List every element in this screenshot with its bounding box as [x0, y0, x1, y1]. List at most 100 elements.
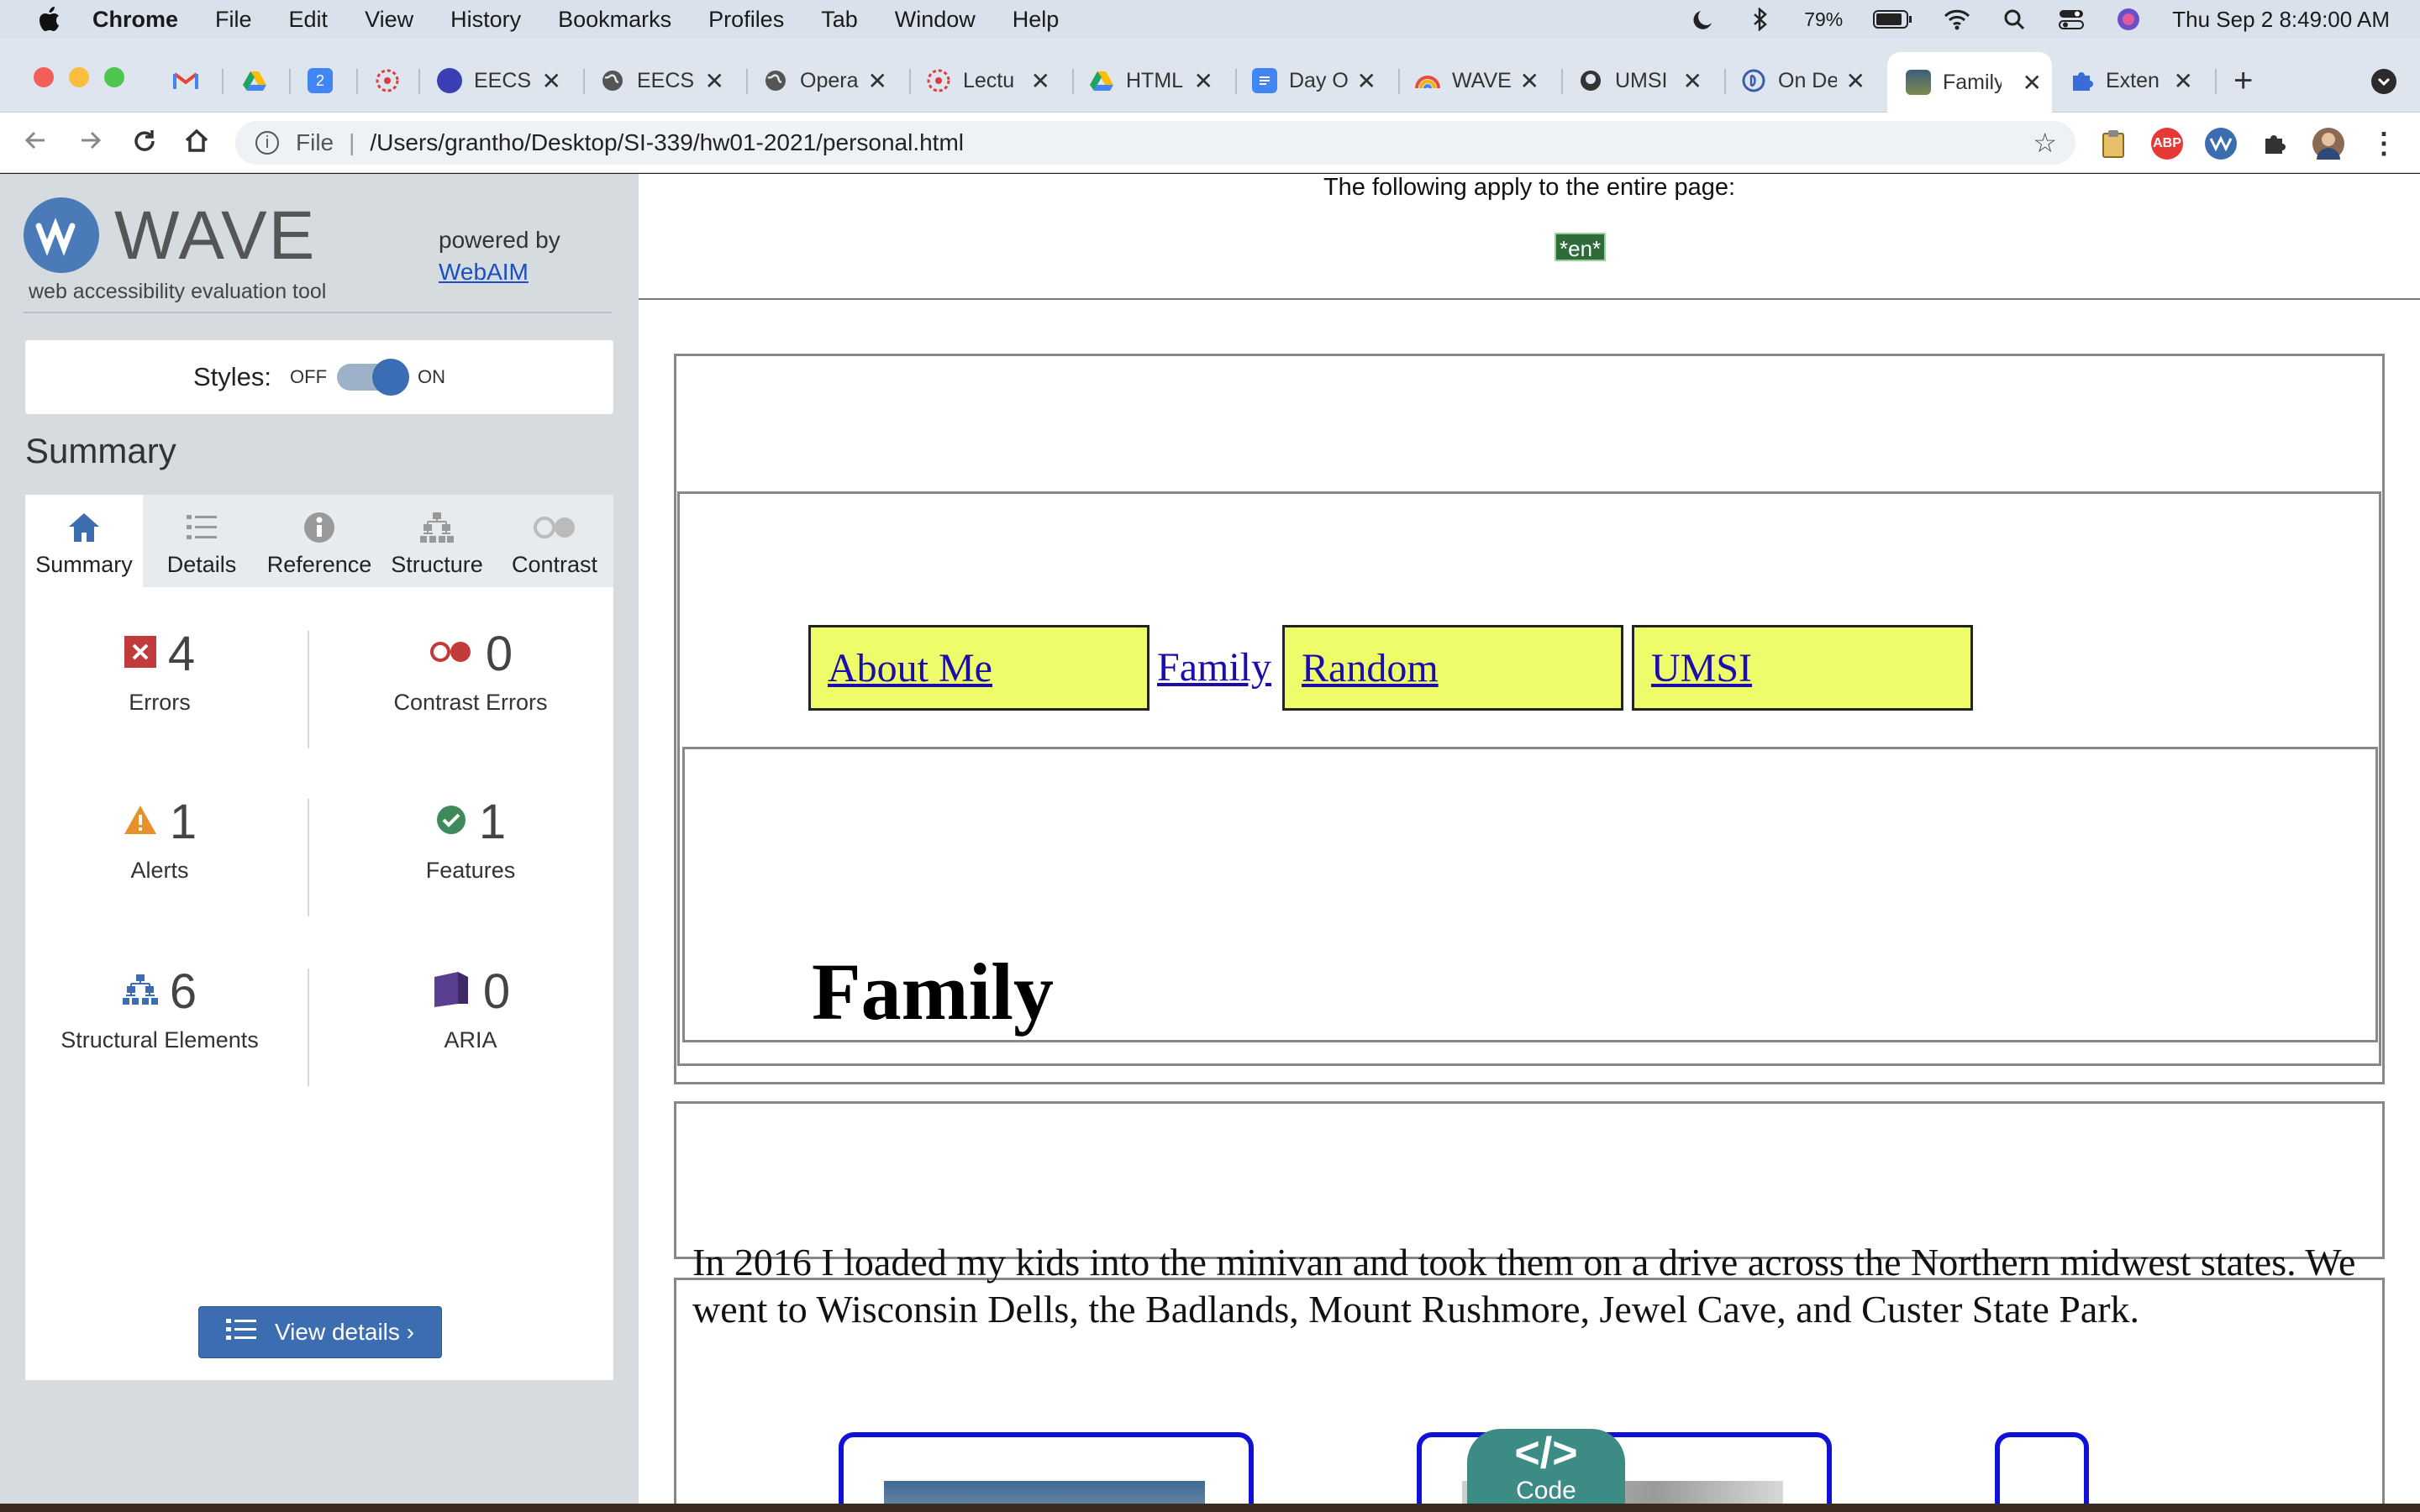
stat-alerts[interactable]: 1 Alerts	[25, 792, 294, 884]
stat-structural-elements[interactable]: 6 Structural Elements	[25, 962, 294, 1053]
address-bar[interactable]: i File | /Users/grantho/Desktop/SI-339/h…	[235, 121, 2075, 165]
nav-random[interactable]: Random	[1282, 625, 1623, 711]
menu-edit[interactable]: Edit	[289, 7, 329, 33]
battery-icon[interactable]	[1873, 7, 1913, 32]
code-brackets-icon: </>	[1514, 1429, 1578, 1478]
stat-contrast-errors[interactable]: 0 Contrast Errors	[336, 624, 605, 716]
menubar-clock[interactable]: Thu Sep 2 8:49:00 AM	[2172, 7, 2390, 33]
minimize-window-icon[interactable]	[69, 67, 89, 87]
moon-icon[interactable]	[1690, 7, 1717, 32]
stat-features[interactable]: 1 Features	[336, 792, 605, 884]
url-text[interactable]: /Users/grantho/Desktop/SI-339/hw01-2021/…	[370, 129, 964, 156]
apple-menu-icon[interactable]	[39, 7, 60, 32]
aria-count: 0	[482, 963, 511, 1019]
wave-logo-icon	[24, 197, 99, 273]
close-tab-icon[interactable]: ✕	[1357, 67, 1376, 95]
close-tab-icon[interactable]: ✕	[1031, 67, 1050, 95]
wave-extension-icon[interactable]	[2205, 128, 2237, 160]
tab-title: HTML	[1126, 68, 1184, 92]
photo-card[interactable]	[839, 1432, 1254, 1512]
tab-contrast[interactable]: Contrast	[496, 495, 613, 587]
close-tab-icon[interactable]: ✕	[2023, 69, 2042, 97]
toggle-knob[interactable]	[372, 359, 410, 396]
language-badge[interactable]: *en*	[1555, 233, 1607, 261]
menu-history[interactable]: History	[450, 7, 521, 33]
nav-umsi[interactable]: UMSI	[1632, 625, 1973, 711]
bookmark-star-icon[interactable]: ☆	[2033, 127, 2057, 159]
tab-structure[interactable]: Structure	[378, 495, 496, 587]
heading-outline	[674, 1101, 2385, 1259]
umsi-link[interactable]: UMSI	[1651, 646, 1752, 690]
stat-aria[interactable]: 0 ARIA	[336, 962, 605, 1053]
hierarchy-icon	[378, 508, 496, 547]
menu-file[interactable]: File	[215, 7, 252, 33]
clipboard-extension-icon[interactable]	[2097, 128, 2129, 160]
menu-app-chrome[interactable]: Chrome	[92, 7, 178, 33]
close-tab-icon[interactable]: ✕	[1194, 67, 1213, 95]
extensions-puzzle-icon[interactable]	[2259, 128, 2291, 160]
reload-icon[interactable]	[129, 128, 160, 158]
photo-card[interactable]	[1995, 1432, 2089, 1512]
tab-eecs-1[interactable]: EECS ✕	[437, 57, 571, 104]
new-tab-plus-icon[interactable]: +	[2233, 64, 2253, 97]
tab-gmail[interactable]	[173, 57, 213, 104]
tab-search-chevron-icon[interactable]	[2371, 69, 2396, 94]
family-link[interactable]: Family	[1157, 644, 1271, 690]
site-info-icon[interactable]: i	[255, 131, 279, 155]
forward-arrow-icon[interactable]	[76, 128, 106, 158]
tab-umsi-github[interactable]: UMSI ✕	[1578, 57, 1712, 104]
tab-on-demand[interactable]: On De ✕	[1741, 57, 1876, 104]
menu-window[interactable]: Window	[895, 7, 976, 33]
bluetooth-icon[interactable]	[1747, 7, 1774, 32]
tab-eecs-2[interactable]: EECS ✕	[600, 57, 734, 104]
close-tab-icon[interactable]: ✕	[1520, 67, 1539, 95]
menu-bookmarks[interactable]: Bookmarks	[558, 7, 671, 33]
tab-label: Summary	[35, 552, 133, 577]
tab-lecture[interactable]: Lectu ✕	[926, 57, 1060, 104]
siri-icon[interactable]	[2115, 7, 2142, 32]
close-window-icon[interactable]	[34, 67, 54, 87]
tab-summary[interactable]: Summary	[25, 495, 143, 587]
tab-family-active[interactable]: Family ✕	[1887, 52, 2052, 113]
nav-about-me[interactable]: About Me	[808, 625, 1150, 711]
menu-help[interactable]: Help	[1013, 7, 1060, 33]
tab-opera[interactable]: Opera ✕	[763, 57, 897, 104]
menu-view[interactable]: View	[365, 7, 413, 33]
tab-canvas[interactable]	[375, 57, 415, 104]
close-tab-icon[interactable]: ✕	[1683, 67, 1702, 95]
tab-google-drive[interactable]	[242, 57, 282, 104]
tab-details[interactable]: Details	[143, 495, 260, 587]
tab-extensions[interactable]: Exten ✕	[2069, 57, 2203, 104]
about-me-link[interactable]: About Me	[828, 646, 992, 690]
contrast-errors-label: Contrast Errors	[393, 690, 548, 715]
stat-errors[interactable]: 4 Errors	[25, 624, 294, 716]
zoom-window-icon[interactable]	[104, 67, 124, 87]
wifi-icon[interactable]	[1944, 7, 1970, 32]
wave-subtitle: web accessibility evaluation tool	[29, 280, 327, 303]
close-tab-icon[interactable]: ✕	[705, 67, 724, 95]
close-tab-icon[interactable]: ✕	[2174, 67, 2193, 95]
random-link[interactable]: Random	[1302, 646, 1439, 690]
styles-toggle[interactable]	[337, 359, 410, 396]
adblock-plus-icon[interactable]: ABP	[2151, 128, 2183, 160]
webaim-link[interactable]: WebAIM	[439, 259, 529, 285]
back-arrow-icon[interactable]	[20, 128, 50, 158]
tab-google-calendar[interactable]: 2	[308, 57, 348, 104]
close-tab-icon[interactable]: ✕	[868, 67, 887, 95]
browser-toolbar: i File | /Users/grantho/Desktop/SI-339/h…	[0, 113, 2420, 173]
tab-html[interactable]: HTML ✕	[1089, 57, 1223, 104]
menu-tab[interactable]: Tab	[821, 7, 858, 33]
control-center-icon[interactable]	[2058, 7, 2085, 32]
wave-code-toggle-button[interactable]: </> Code	[1467, 1429, 1625, 1512]
profile-avatar[interactable]	[2312, 128, 2344, 160]
tab-day-one[interactable]: Day O ✕	[1252, 57, 1386, 104]
chrome-menu-icon[interactable]: ⋮	[2368, 128, 2400, 160]
close-tab-icon[interactable]: ✕	[542, 67, 561, 95]
menu-profiles[interactable]: Profiles	[708, 7, 784, 33]
spotlight-search-icon[interactable]	[2001, 7, 2028, 32]
home-icon[interactable]	[182, 128, 212, 158]
close-tab-icon[interactable]: ✕	[1846, 67, 1865, 95]
view-details-button[interactable]: View details ›	[198, 1306, 442, 1358]
tab-reference[interactable]: Reference	[260, 495, 378, 587]
tab-wave[interactable]: WAVE ✕	[1415, 57, 1549, 104]
